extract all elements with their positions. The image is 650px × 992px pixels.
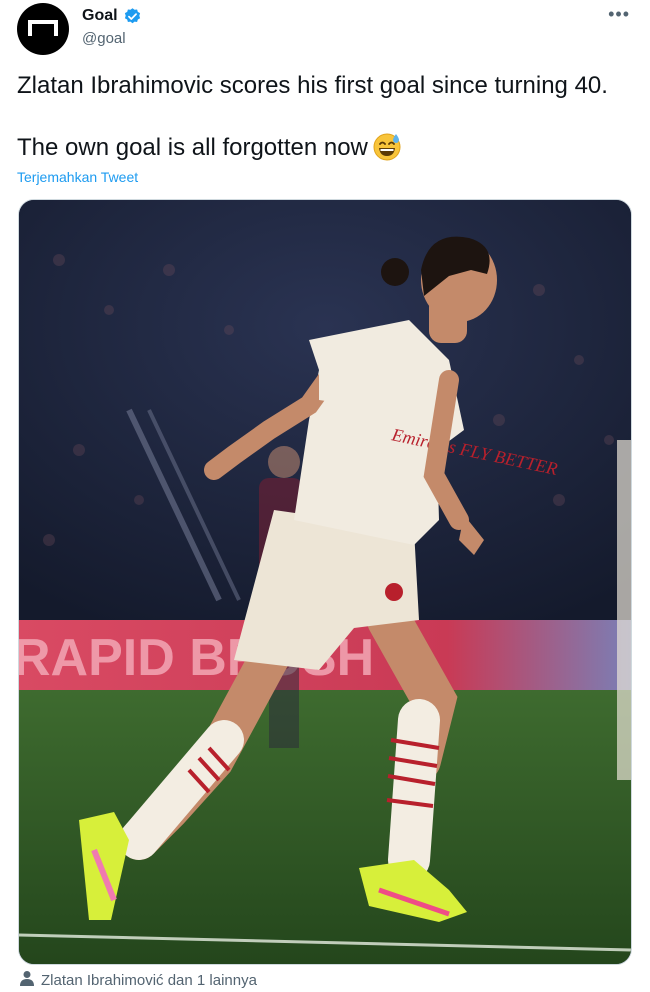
display-name[interactable]: Goal [82, 6, 118, 26]
tweet-text-line-2: The own goal is all forgotten now [17, 131, 637, 170]
translate-tweet-link[interactable]: Terjemahkan Tweet [17, 168, 138, 186]
verified-badge-icon [123, 7, 142, 26]
tweet-media-photo[interactable]: RAPID BRUSH Emirates FLY BETTER [18, 199, 632, 965]
author-name-row: Goal [82, 6, 142, 26]
grinning-face-with-sweat-emoji-icon [372, 131, 402, 170]
tagged-users[interactable]: Zlatan Ibrahimović dan 1 lainnya [20, 970, 257, 992]
tweet-text-line-1: Zlatan Ibrahimovic scores his first goal… [17, 72, 608, 99]
tagged-users-label: Zlatan Ibrahimović dan 1 lainnya [41, 972, 257, 989]
player-photo: RAPID BRUSH Emirates FLY BETTER [19, 200, 631, 964]
tweet-text-line-2-text: The own goal is all forgotten now [17, 134, 368, 161]
avatar[interactable] [17, 3, 69, 55]
handle[interactable]: @goal [82, 29, 126, 49]
tweet-text: Zlatan Ibrahimovic scores his first goal… [17, 70, 637, 170]
goal-logo-icon [28, 20, 58, 36]
more-options-icon[interactable]: ••• [608, 4, 630, 24]
person-icon [20, 970, 34, 992]
